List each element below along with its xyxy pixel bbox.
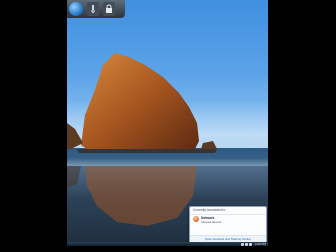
popup-header: Currently connected to: xyxy=(190,207,266,215)
network-entry[interactable]: Network Internet access xyxy=(193,216,221,224)
clock[interactable]: 4:26 PM xyxy=(255,242,266,246)
taskbar: 4:26 PM xyxy=(67,242,268,246)
gadget-bar xyxy=(67,0,125,18)
network-icon[interactable] xyxy=(244,242,248,246)
network-status: Internet access xyxy=(201,220,222,224)
meter-icon[interactable] xyxy=(87,2,99,16)
desktop-screen: Currently connected to: Network Internet… xyxy=(67,0,268,246)
network-status-popup[interactable]: Currently connected to: Network Internet… xyxy=(189,206,267,244)
lock-icon[interactable] xyxy=(103,2,115,16)
wallpaper-sea-stack xyxy=(67,53,217,153)
volume-icon[interactable] xyxy=(248,242,252,246)
network-icon xyxy=(193,216,199,222)
up-arrow-icon[interactable] xyxy=(240,242,244,246)
system-tray: 4:26 PM xyxy=(240,242,266,246)
globe-icon[interactable] xyxy=(69,2,83,16)
